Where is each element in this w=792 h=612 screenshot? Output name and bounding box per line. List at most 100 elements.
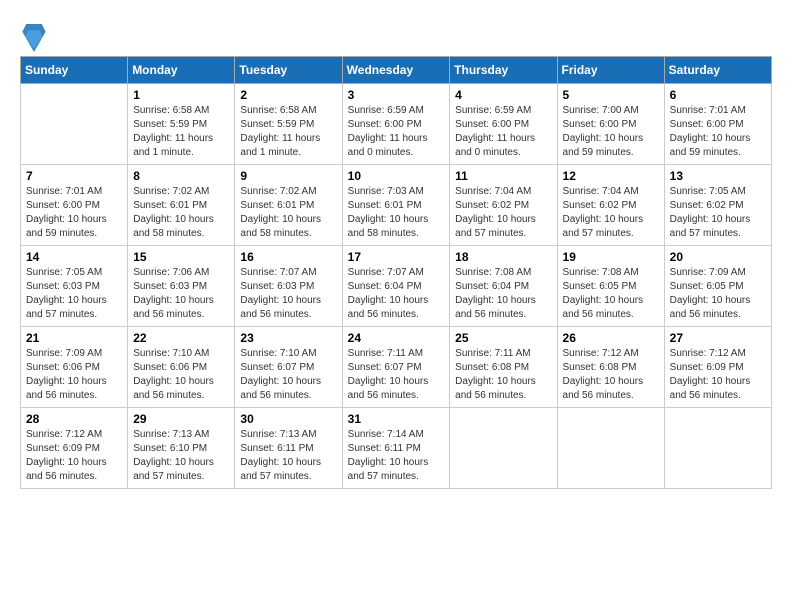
- day-info: Sunrise: 7:09 AM Sunset: 6:06 PM Dayligh…: [26, 347, 122, 403]
- calendar-week-row: 14 Sunrise: 7:05 AM Sunset: 6:03 PM Dayli…: [21, 246, 772, 327]
- day-info: Sunrise: 7:12 AM Sunset: 6:09 PM Dayligh…: [670, 347, 766, 403]
- day-number: 1: [133, 88, 229, 102]
- day-number: 6: [670, 88, 766, 102]
- calendar-week-row: 28 Sunrise: 7:12 AM Sunset: 6:09 PM Dayli…: [21, 408, 772, 489]
- day-number: 23: [240, 331, 336, 345]
- day-info: Sunrise: 7:10 AM Sunset: 6:07 PM Dayligh…: [240, 347, 336, 403]
- day-info: Sunrise: 7:11 AM Sunset: 6:08 PM Dayligh…: [455, 347, 551, 403]
- calendar-cell: 23 Sunrise: 7:10 AM Sunset: 6:07 PM Dayli…: [235, 327, 342, 408]
- calendar-week-row: 21 Sunrise: 7:09 AM Sunset: 6:06 PM Dayli…: [21, 327, 772, 408]
- calendar-day-header: Wednesday: [342, 57, 450, 84]
- calendar-cell: 14 Sunrise: 7:05 AM Sunset: 6:03 PM Dayli…: [21, 246, 128, 327]
- day-info: Sunrise: 7:08 AM Sunset: 6:05 PM Dayligh…: [563, 266, 659, 322]
- day-info: Sunrise: 6:58 AM Sunset: 5:59 PM Dayligh…: [133, 104, 229, 160]
- day-number: 3: [348, 88, 445, 102]
- logo-icon: [22, 24, 46, 52]
- day-number: 9: [240, 169, 336, 183]
- day-number: 27: [670, 331, 766, 345]
- calendar-cell: 20 Sunrise: 7:09 AM Sunset: 6:05 PM Dayli…: [664, 246, 771, 327]
- calendar-cell: 4 Sunrise: 6:59 AM Sunset: 6:00 PM Daylig…: [450, 84, 557, 165]
- day-number: 21: [26, 331, 122, 345]
- day-number: 16: [240, 250, 336, 264]
- day-info: Sunrise: 7:07 AM Sunset: 6:04 PM Dayligh…: [348, 266, 445, 322]
- calendar-cell: 27 Sunrise: 7:12 AM Sunset: 6:09 PM Dayli…: [664, 327, 771, 408]
- day-info: Sunrise: 7:03 AM Sunset: 6:01 PM Dayligh…: [348, 185, 445, 241]
- calendar-cell: 22 Sunrise: 7:10 AM Sunset: 6:06 PM Dayli…: [128, 327, 235, 408]
- day-info: Sunrise: 7:11 AM Sunset: 6:07 PM Dayligh…: [348, 347, 445, 403]
- day-number: 8: [133, 169, 229, 183]
- day-info: Sunrise: 7:01 AM Sunset: 6:00 PM Dayligh…: [26, 185, 122, 241]
- calendar-cell: 15 Sunrise: 7:06 AM Sunset: 6:03 PM Dayli…: [128, 246, 235, 327]
- calendar-cell: 3 Sunrise: 6:59 AM Sunset: 6:00 PM Daylig…: [342, 84, 450, 165]
- day-number: 30: [240, 412, 336, 426]
- day-info: Sunrise: 7:02 AM Sunset: 6:01 PM Dayligh…: [133, 185, 229, 241]
- calendar-cell: [450, 408, 557, 489]
- day-number: 20: [670, 250, 766, 264]
- day-number: 29: [133, 412, 229, 426]
- day-number: 24: [348, 331, 445, 345]
- calendar-cell: 10 Sunrise: 7:03 AM Sunset: 6:01 PM Dayli…: [342, 165, 450, 246]
- calendar-cell: [21, 84, 128, 165]
- calendar-cell: 6 Sunrise: 7:01 AM Sunset: 6:00 PM Daylig…: [664, 84, 771, 165]
- day-number: 19: [563, 250, 659, 264]
- calendar-cell: 28 Sunrise: 7:12 AM Sunset: 6:09 PM Dayli…: [21, 408, 128, 489]
- day-info: Sunrise: 7:12 AM Sunset: 6:08 PM Dayligh…: [563, 347, 659, 403]
- day-info: Sunrise: 7:13 AM Sunset: 6:10 PM Dayligh…: [133, 428, 229, 484]
- calendar-day-header: Sunday: [21, 57, 128, 84]
- calendar-cell: 2Sunrise: 6:58 AM Sunset: 5:59 PM Daylig…: [235, 84, 342, 165]
- day-info: Sunrise: 7:09 AM Sunset: 6:05 PM Dayligh…: [670, 266, 766, 322]
- calendar-cell: 18 Sunrise: 7:08 AM Sunset: 6:04 PM Dayli…: [450, 246, 557, 327]
- day-info: Sunrise: 7:04 AM Sunset: 6:02 PM Dayligh…: [455, 185, 551, 241]
- calendar-cell: 9 Sunrise: 7:02 AM Sunset: 6:01 PM Daylig…: [235, 165, 342, 246]
- day-info: Sunrise: 7:04 AM Sunset: 6:02 PM Dayligh…: [563, 185, 659, 241]
- calendar-day-header: Thursday: [450, 57, 557, 84]
- calendar-cell: 26 Sunrise: 7:12 AM Sunset: 6:08 PM Dayli…: [557, 327, 664, 408]
- day-number: 7: [26, 169, 122, 183]
- day-number: 10: [348, 169, 445, 183]
- calendar-day-header: Friday: [557, 57, 664, 84]
- day-info: Sunrise: 7:00 AM Sunset: 6:00 PM Dayligh…: [563, 104, 659, 160]
- day-info: Sunrise: 6:58 AM Sunset: 5:59 PM Dayligh…: [240, 104, 336, 160]
- calendar-week-row: 1 Sunrise: 6:58 AM Sunset: 5:59 PM Daylig…: [21, 84, 772, 165]
- day-info: Sunrise: 7:14 AM Sunset: 6:11 PM Dayligh…: [348, 428, 445, 484]
- calendar-cell: 8 Sunrise: 7:02 AM Sunset: 6:01 PM Daylig…: [128, 165, 235, 246]
- day-info: Sunrise: 7:07 AM Sunset: 6:03 PM Dayligh…: [240, 266, 336, 322]
- day-info: Sunrise: 7:05 AM Sunset: 6:03 PM Dayligh…: [26, 266, 122, 322]
- calendar-cell: 5 Sunrise: 7:00 AM Sunset: 6:00 PM Daylig…: [557, 84, 664, 165]
- calendar-day-header: Monday: [128, 57, 235, 84]
- logo: [20, 24, 46, 52]
- day-number: 18: [455, 250, 551, 264]
- day-number: 13: [670, 169, 766, 183]
- day-number: 31: [348, 412, 445, 426]
- day-number: 4: [455, 88, 551, 102]
- calendar-day-header: Tuesday: [235, 57, 342, 84]
- day-info: Sunrise: 7:01 AM Sunset: 6:00 PM Dayligh…: [670, 104, 766, 160]
- calendar-cell: 24 Sunrise: 7:11 AM Sunset: 6:07 PM Dayli…: [342, 327, 450, 408]
- calendar-cell: [664, 408, 771, 489]
- day-info: Sunrise: 7:12 AM Sunset: 6:09 PM Dayligh…: [26, 428, 122, 484]
- day-info: Sunrise: 7:08 AM Sunset: 6:04 PM Dayligh…: [455, 266, 551, 322]
- day-info: Sunrise: 7:13 AM Sunset: 6:11 PM Dayligh…: [240, 428, 336, 484]
- day-number: 14: [26, 250, 122, 264]
- day-number: 15: [133, 250, 229, 264]
- calendar-day-header: Saturday: [664, 57, 771, 84]
- calendar-cell: 13Sunrise: 7:05 AM Sunset: 6:02 PM Dayli…: [664, 165, 771, 246]
- day-number: 28: [26, 412, 122, 426]
- day-info: Sunrise: 6:59 AM Sunset: 6:00 PM Dayligh…: [455, 104, 551, 160]
- day-info: Sunrise: 7:10 AM Sunset: 6:06 PM Dayligh…: [133, 347, 229, 403]
- day-number: 26: [563, 331, 659, 345]
- calendar-cell: 16 Sunrise: 7:07 AM Sunset: 6:03 PM Dayli…: [235, 246, 342, 327]
- calendar-cell: 25Sunrise: 7:11 AM Sunset: 6:08 PM Dayli…: [450, 327, 557, 408]
- day-number: 22: [133, 331, 229, 345]
- day-info: Sunrise: 7:02 AM Sunset: 6:01 PM Dayligh…: [240, 185, 336, 241]
- calendar-cell: 31 Sunrise: 7:14 AM Sunset: 6:11 PM Dayli…: [342, 408, 450, 489]
- calendar-cell: 30 Sunrise: 7:13 AM Sunset: 6:11 PM Dayli…: [235, 408, 342, 489]
- calendar-header-row: SundayMondayTuesdayWednesdayThursdayFrid…: [21, 57, 772, 84]
- day-info: Sunrise: 7:06 AM Sunset: 6:03 PM Dayligh…: [133, 266, 229, 322]
- calendar-cell: 19 Sunrise: 7:08 AM Sunset: 6:05 PM Dayli…: [557, 246, 664, 327]
- calendar-cell: 12Sunrise: 7:04 AM Sunset: 6:02 PM Dayli…: [557, 165, 664, 246]
- day-number: 5: [563, 88, 659, 102]
- calendar-cell: 7 Sunrise: 7:01 AM Sunset: 6:00 PM Daylig…: [21, 165, 128, 246]
- day-info: Sunrise: 6:59 AM Sunset: 6:00 PM Dayligh…: [348, 104, 445, 160]
- calendar-cell: [557, 408, 664, 489]
